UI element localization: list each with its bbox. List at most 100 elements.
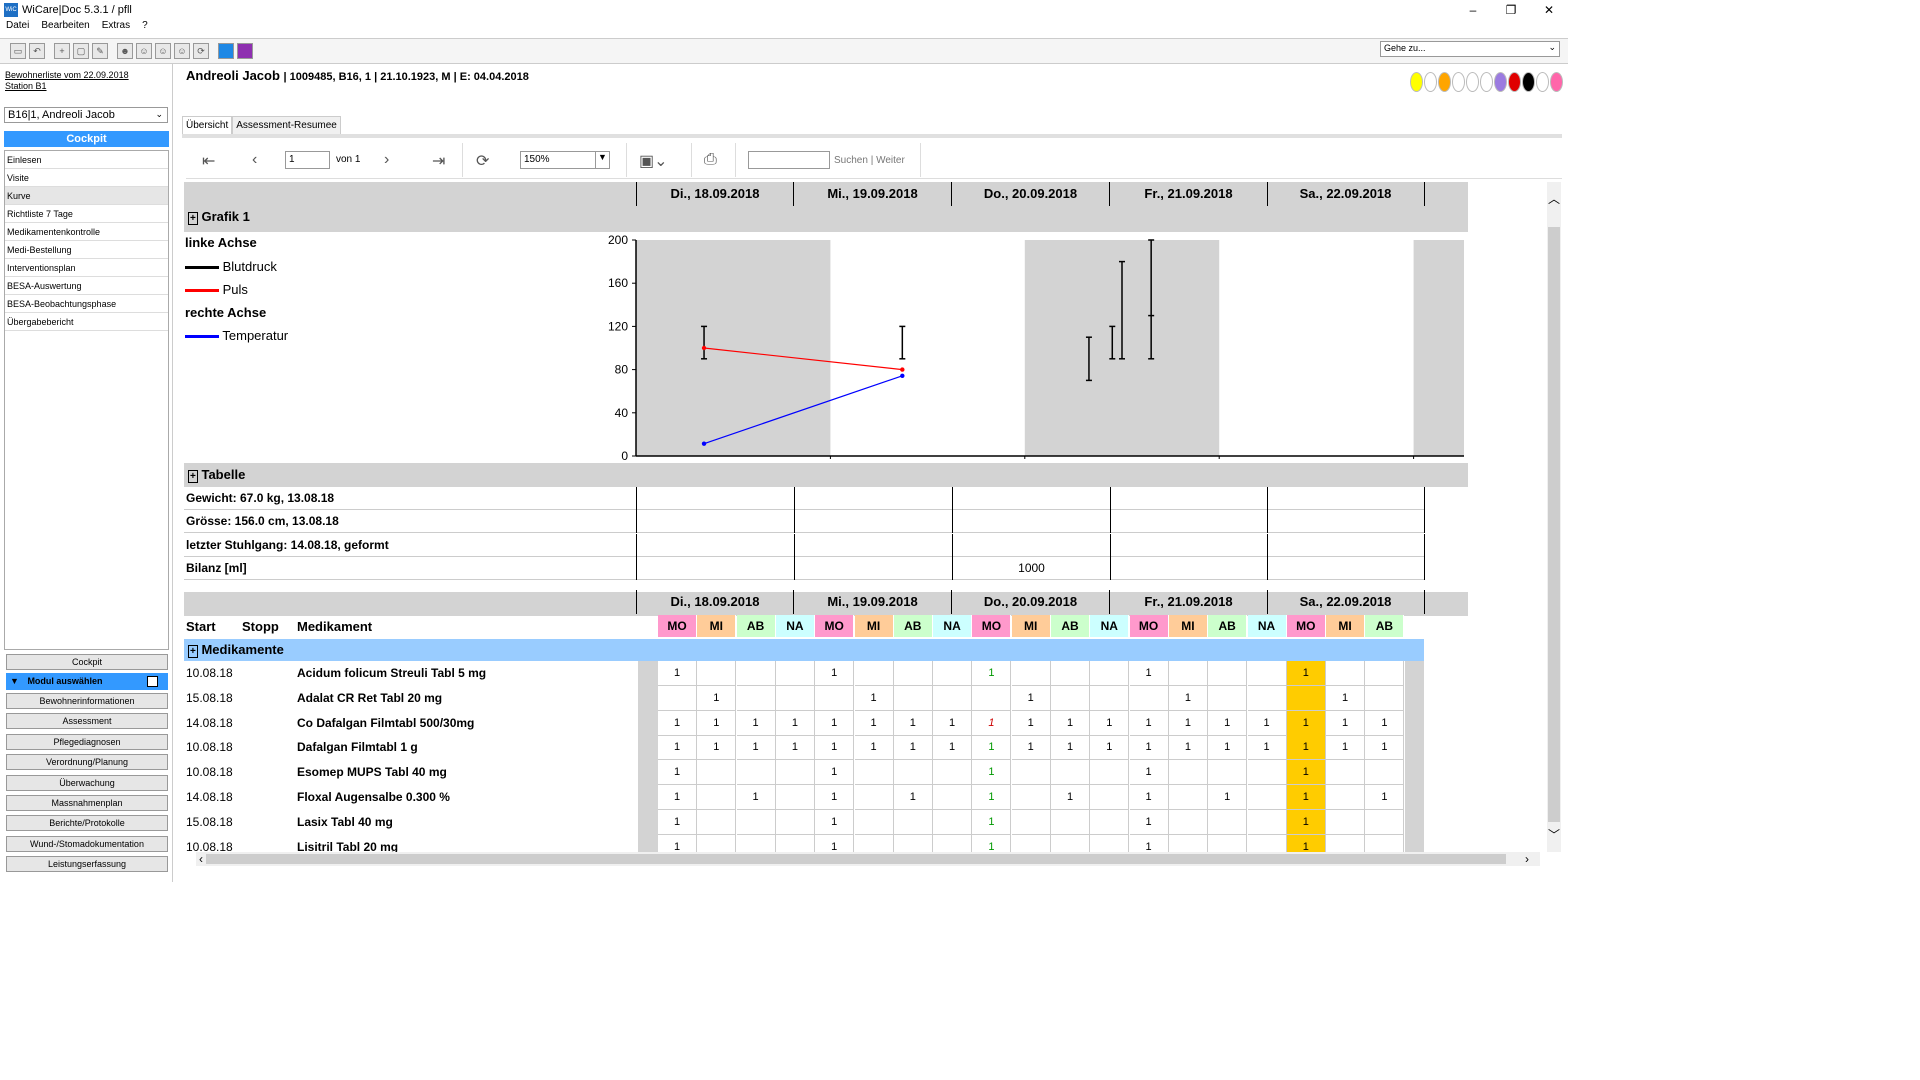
window-icon[interactable]: ▢ xyxy=(73,43,89,59)
purple-square-icon[interactable] xyxy=(237,43,253,59)
med-cell[interactable] xyxy=(854,661,894,686)
med-cell[interactable] xyxy=(697,834,737,852)
med-cell[interactable] xyxy=(1248,834,1287,852)
med-cell[interactable] xyxy=(1051,834,1090,852)
horizontal-scrollbar[interactable] xyxy=(196,852,1540,866)
med-cell[interactable]: 1 xyxy=(1365,785,1405,810)
med-name[interactable]: Acidum folicum Streuli Tabl 5 mg xyxy=(297,661,486,686)
module-checkbox[interactable] xyxy=(147,676,158,687)
med-cell[interactable]: 1 xyxy=(854,685,894,711)
med-cell[interactable]: 1 xyxy=(1286,760,1326,786)
med-cell[interactable]: 1 xyxy=(1208,735,1248,761)
users-icon[interactable]: ☺ xyxy=(155,43,171,59)
med-cell[interactable]: 1 xyxy=(1129,809,1169,835)
status-dot[interactable] xyxy=(1508,72,1521,92)
prev-page-icon[interactable]: ‹ xyxy=(252,151,257,169)
med-cell[interactable] xyxy=(736,685,776,711)
scroll-up-icon[interactable]: ︿ xyxy=(1548,190,1560,207)
med-cell[interactable]: 1 xyxy=(1011,710,1051,736)
med-cell[interactable] xyxy=(1011,760,1051,786)
med-cell[interactable]: 1 xyxy=(658,710,697,736)
module-button[interactable]: Massnahmenplan xyxy=(6,795,168,811)
module-button[interactable]: Überwachung xyxy=(6,774,168,791)
med-cell[interactable]: 1 xyxy=(658,809,697,835)
group-icon[interactable]: ☻ xyxy=(117,43,133,59)
med-cell[interactable] xyxy=(1169,834,1208,852)
med-cell[interactable]: 1 xyxy=(1326,710,1366,736)
status-dot[interactable] xyxy=(1522,72,1535,92)
save-export-icon[interactable]: ▣⌄ xyxy=(639,151,668,171)
med-cell[interactable] xyxy=(1051,685,1090,711)
med-cell[interactable] xyxy=(1326,834,1366,852)
med-cell[interactable]: 1 xyxy=(972,661,1012,686)
med-cell[interactable] xyxy=(775,760,815,786)
med-cell[interactable]: 1 xyxy=(1090,710,1130,736)
nav-item[interactable]: Einlesen xyxy=(5,151,168,169)
module-select[interactable]: ▼ Modul auswählen xyxy=(6,673,168,690)
med-cell[interactable] xyxy=(1365,834,1405,852)
med-cell[interactable]: 1 xyxy=(1247,735,1287,761)
last-page-icon[interactable]: ⇥ xyxy=(432,151,445,171)
med-cell[interactable] xyxy=(1247,661,1287,686)
med-cell[interactable]: 1 xyxy=(933,735,973,761)
med-cell[interactable] xyxy=(854,760,894,786)
med-cell[interactable] xyxy=(697,809,737,835)
med-cell[interactable] xyxy=(1365,760,1405,786)
med-cell[interactable] xyxy=(933,760,973,786)
module-button[interactable]: Leistungserfassung xyxy=(6,856,168,873)
med-cell[interactable] xyxy=(854,785,894,810)
med-cell[interactable] xyxy=(854,809,894,835)
med-cell[interactable]: 1 xyxy=(893,785,933,810)
med-cell[interactable]: 1 xyxy=(1051,710,1090,736)
med-cell[interactable] xyxy=(1247,785,1287,810)
next-page-icon[interactable]: › xyxy=(384,151,389,169)
med-group-row[interactable] xyxy=(184,639,1424,661)
med-cell[interactable] xyxy=(1090,809,1130,835)
med-cell[interactable]: 1 xyxy=(1130,834,1169,852)
med-cell[interactable]: 1 xyxy=(1365,710,1405,736)
med-name[interactable]: Co Dafalgan Filmtabl 500/30mg xyxy=(297,711,474,736)
med-cell[interactable]: 1 xyxy=(972,834,1012,852)
nav-item[interactable]: Richtliste 7 Tage xyxy=(5,205,168,223)
med-cell[interactable]: 1 xyxy=(1129,661,1169,686)
search-find-link[interactable]: Suchen xyxy=(834,155,868,166)
med-cell[interactable]: 1 xyxy=(972,809,1012,835)
search-input[interactable] xyxy=(748,151,830,169)
med-cell[interactable] xyxy=(893,809,933,835)
med-cell[interactable] xyxy=(1011,661,1051,686)
page-number-input[interactable]: 1 xyxy=(285,151,330,169)
tab-uebersicht[interactable]: Übersicht xyxy=(182,116,233,134)
med-cell[interactable] xyxy=(933,685,973,711)
menu-bearbeiten[interactable]: Bearbeiten xyxy=(35,20,95,34)
med-cell[interactable] xyxy=(1208,834,1248,852)
med-cell[interactable] xyxy=(737,834,776,852)
med-cell[interactable]: 1 xyxy=(854,710,894,736)
med-cell[interactable] xyxy=(1326,785,1366,810)
module-button[interactable]: Bewohnerinformationen xyxy=(6,693,168,709)
med-cell[interactable]: 1 xyxy=(775,735,815,761)
menu-datei[interactable]: Datei xyxy=(0,20,35,34)
med-cell[interactable]: 1 xyxy=(697,735,737,761)
scroll-thumb[interactable] xyxy=(206,854,1506,864)
med-cell[interactable] xyxy=(1090,661,1130,686)
med-cell[interactable]: 1 xyxy=(658,735,697,761)
med-cell[interactable]: 1 xyxy=(1090,735,1130,761)
med-cell[interactable]: 1 xyxy=(1247,710,1287,736)
print-icon[interactable]: ⎙ xyxy=(704,151,717,169)
med-cell[interactable] xyxy=(1365,809,1405,835)
med-cell[interactable]: 1 xyxy=(815,760,855,786)
search-next-link[interactable]: Weiter xyxy=(876,155,905,166)
scroll-right-icon[interactable]: › xyxy=(1525,852,1529,866)
med-cell[interactable]: 1 xyxy=(815,661,855,686)
med-cell[interactable] xyxy=(1051,760,1090,786)
status-dot[interactable] xyxy=(1466,72,1479,92)
med-cell[interactable] xyxy=(933,809,973,835)
nav-item[interactable]: Medikamentenkontrolle xyxy=(5,223,168,241)
nav-item[interactable]: Kurve xyxy=(5,187,168,205)
med-cell[interactable]: 1 xyxy=(1208,785,1248,810)
refresh-icon[interactable]: ⟳ xyxy=(193,43,209,59)
status-dot[interactable] xyxy=(1494,72,1507,92)
resident-select[interactable]: B16|1, Andreoli Jacob ⌄ xyxy=(4,107,168,123)
edit-icon[interactable]: ✎ xyxy=(92,43,108,59)
med-cell[interactable]: 1 xyxy=(815,735,855,761)
